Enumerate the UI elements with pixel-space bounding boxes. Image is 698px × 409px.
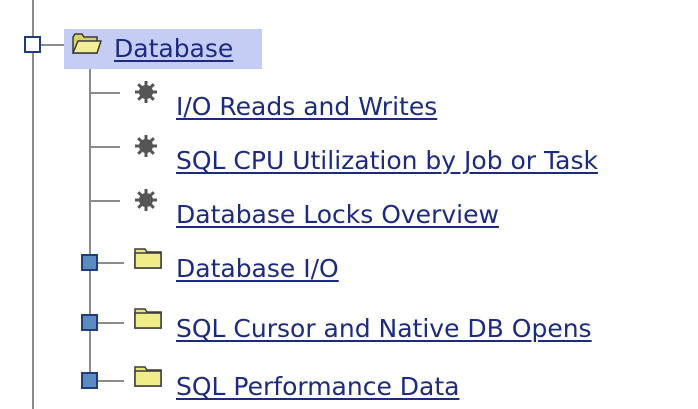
closed-folder-icon [134, 366, 162, 387]
tree-label-folder[interactable]: Database I/O [176, 254, 339, 284]
gear-bullet-icon [135, 135, 157, 157]
tree-connector [96, 262, 124, 264]
gear-bullet-icon [135, 81, 157, 103]
tree-label-folder[interactable]: SQL Performance Data [176, 372, 459, 402]
gear-bullet-icon [135, 189, 157, 211]
tree-label-report[interactable]: SQL CPU Utilization by Job or Task [176, 146, 598, 176]
tree-line-children [89, 58, 91, 388]
tree-connector [40, 44, 66, 46]
tree-connector [90, 92, 120, 94]
expand-toggle[interactable] [81, 314, 98, 331]
tree-label-report[interactable]: Database Locks Overview [176, 200, 499, 230]
tree-connector [90, 200, 120, 202]
collapse-toggle-database[interactable] [24, 36, 41, 53]
tree-connector [96, 322, 124, 324]
expand-toggle[interactable] [81, 372, 98, 389]
closed-folder-icon [134, 248, 162, 269]
open-folder-icon [72, 33, 102, 54]
expand-toggle[interactable] [81, 254, 98, 271]
tree-label-database[interactable]: Database [114, 34, 233, 64]
tree-connector [90, 146, 120, 148]
tree-label-report[interactable]: I/O Reads and Writes [176, 92, 437, 122]
tree-line-root [32, 0, 34, 409]
tree-label-folder[interactable]: SQL Cursor and Native DB Opens [176, 314, 592, 344]
tree-connector [96, 380, 124, 382]
tree-view: Database I/O Reads and Writes SQL CPU Ut… [0, 0, 698, 409]
closed-folder-icon [134, 308, 162, 329]
